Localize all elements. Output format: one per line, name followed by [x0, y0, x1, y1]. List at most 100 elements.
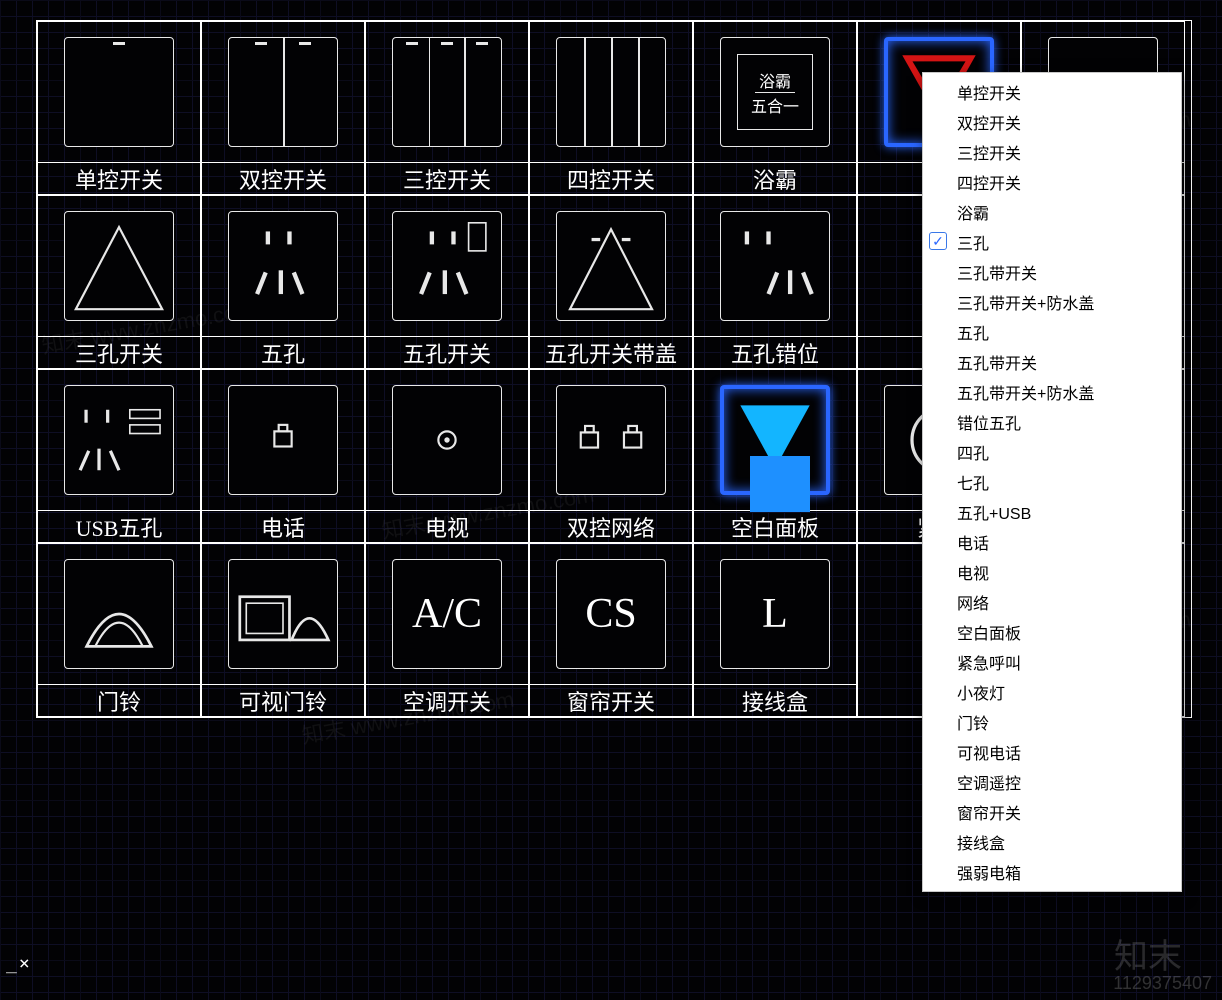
palette-cell[interactable]: L接线盒 [693, 543, 857, 717]
context-menu-item[interactable]: ✓三孔 [923, 227, 1181, 257]
context-menu-item-label: 空调遥控 [957, 770, 1021, 794]
5hole-off-icon [720, 211, 830, 321]
palette-cell[interactable]: 电话 [201, 369, 365, 543]
context-menu-item[interactable]: 紧急呼叫 [923, 647, 1181, 677]
context-menu-item[interactable]: 四控开关 [923, 167, 1181, 197]
context-menu-item[interactable]: 空调遥控 [923, 767, 1181, 797]
context-menu-item-label: 强弱电箱 [957, 860, 1021, 884]
context-menu-item[interactable]: 单控开关 [923, 77, 1181, 107]
context-menu-item[interactable]: 网络 [923, 587, 1181, 617]
palette-cell[interactable]: 三控开关 [365, 21, 529, 195]
context-menu-item[interactable]: 双控开关 [923, 107, 1181, 137]
context-menu-item[interactable]: 五孔带开关+防水盖 [923, 377, 1181, 407]
palette-label: 单控开关 [38, 162, 200, 194]
context-menu-item-label: 三控开关 [957, 140, 1021, 164]
context-menu-item-label: 七孔 [957, 470, 989, 494]
context-menu-item[interactable]: 接线盒 [923, 827, 1181, 857]
palette-thumb[interactable] [366, 22, 528, 162]
context-menu-item[interactable]: 三控开关 [923, 137, 1181, 167]
context-menu-item-label: 网络 [957, 590, 989, 614]
palette-thumb[interactable]: A/C [366, 544, 528, 684]
switch2-icon [228, 37, 338, 147]
context-menu-item[interactable]: 五孔带开关 [923, 347, 1181, 377]
context-menu-item[interactable]: 三孔带开关+防水盖 [923, 287, 1181, 317]
palette-thumb[interactable]: 浴霸五合一 [694, 22, 856, 162]
palette-cell[interactable]: 四控开关 [529, 21, 693, 195]
palette-thumb[interactable]: L [694, 544, 856, 684]
context-menu-item[interactable]: 五孔 [923, 317, 1181, 347]
switch1-icon [64, 37, 174, 147]
context-menu-item[interactable]: 小夜灯 [923, 677, 1181, 707]
palette-cell[interactable]: 五孔 [201, 195, 365, 369]
palette-label: 三控开关 [366, 162, 528, 194]
check-icon: ✓ [929, 232, 947, 250]
palette-thumb[interactable] [530, 196, 692, 336]
palette-label: 窗帘开关 [530, 684, 692, 716]
context-menu-item-label: 五孔带开关+防水盖 [957, 380, 1094, 404]
palette-thumb[interactable] [530, 22, 692, 162]
context-menu-item[interactable]: 五孔+USB [923, 497, 1181, 527]
palette-thumb[interactable]: CS [530, 544, 692, 684]
palette-cell[interactable]: 双控网络 [529, 369, 693, 543]
switch4-icon [556, 37, 666, 147]
palette-label: 五孔错位 [694, 336, 856, 368]
palette-thumb[interactable] [38, 370, 200, 510]
context-menu-item[interactable]: 三孔带开关 [923, 257, 1181, 287]
tel-icon [228, 385, 338, 495]
palette-thumb[interactable] [530, 370, 692, 510]
context-menu-item-label: 五孔带开关 [957, 350, 1037, 374]
context-menu-item-label: 可视电话 [957, 740, 1021, 764]
palette-cell[interactable]: 五孔错位 [693, 195, 857, 369]
palette-cell[interactable]: 单控开关 [37, 21, 201, 195]
palette-thumb[interactable] [202, 370, 364, 510]
palette-label: 三孔开关 [38, 336, 200, 368]
context-menu-item-label: 电话 [957, 530, 989, 554]
context-menu-item[interactable]: 电视 [923, 557, 1181, 587]
context-menu-item[interactable]: 七孔 [923, 467, 1181, 497]
palette-thumb[interactable] [38, 196, 200, 336]
palette-cell[interactable]: 五孔开关 [365, 195, 529, 369]
bell-icon [64, 559, 174, 669]
palette-cell[interactable]: 五孔开关带盖 [529, 195, 693, 369]
palette-cell[interactable]: 空白面板 [693, 369, 857, 543]
palette-cell[interactable]: 浴霸五合一浴霸 [693, 21, 857, 195]
context-menu-item[interactable]: 四孔 [923, 437, 1181, 467]
command-line[interactable]: _× [6, 953, 32, 974]
palette-thumb[interactable] [38, 22, 200, 162]
palette-thumb[interactable] [38, 544, 200, 684]
context-menu-item-label: 紧急呼叫 [957, 650, 1021, 674]
palette-thumb[interactable] [202, 196, 364, 336]
palette-label: 可视门铃 [202, 684, 364, 716]
palette-cell[interactable]: 电视 [365, 369, 529, 543]
palette-cell[interactable]: 可视门铃 [201, 543, 365, 717]
palette-label: 双控网络 [530, 510, 692, 542]
palette-label: 门铃 [38, 684, 200, 716]
switch3-icon [392, 37, 502, 147]
context-menu-item[interactable]: 窗帘开关 [923, 797, 1181, 827]
palette-cell[interactable]: 双控开关 [201, 21, 365, 195]
context-menu-item[interactable]: 强弱电箱 [923, 857, 1181, 887]
palette-cell[interactable]: 门铃 [37, 543, 201, 717]
context-menu-item[interactable]: 门铃 [923, 707, 1181, 737]
context-menu-item[interactable]: 空白面板 [923, 617, 1181, 647]
context-menu-item[interactable]: 错位五孔 [923, 407, 1181, 437]
palette-cell[interactable]: USB五孔 [37, 369, 201, 543]
palette-label: 空白面板 [694, 510, 856, 542]
palette-label: 浴霸 [694, 162, 856, 194]
palette-thumb[interactable] [366, 196, 528, 336]
palette-thumb[interactable] [694, 370, 856, 510]
context-menu-item[interactable]: 可视电话 [923, 737, 1181, 767]
context-menu[interactable]: 单控开关双控开关三控开关四控开关浴霸✓三孔三孔带开关三孔带开关+防水盖五孔五孔带… [922, 72, 1182, 892]
ac-icon: A/C [392, 559, 502, 669]
palette-cell[interactable]: A/C空调开关 [365, 543, 529, 717]
palette-thumb[interactable] [202, 544, 364, 684]
palette-cell[interactable]: 三孔开关 [37, 195, 201, 369]
context-menu-item[interactable]: 电话 [923, 527, 1181, 557]
palette-cell[interactable]: CS窗帘开关 [529, 543, 693, 717]
context-menu-item[interactable]: 浴霸 [923, 197, 1181, 227]
vbell-icon [228, 559, 338, 669]
palette-thumb[interactable] [694, 196, 856, 336]
palette-thumb[interactable] [366, 370, 528, 510]
yuba-icon: 浴霸五合一 [720, 37, 830, 147]
palette-thumb[interactable] [202, 22, 364, 162]
